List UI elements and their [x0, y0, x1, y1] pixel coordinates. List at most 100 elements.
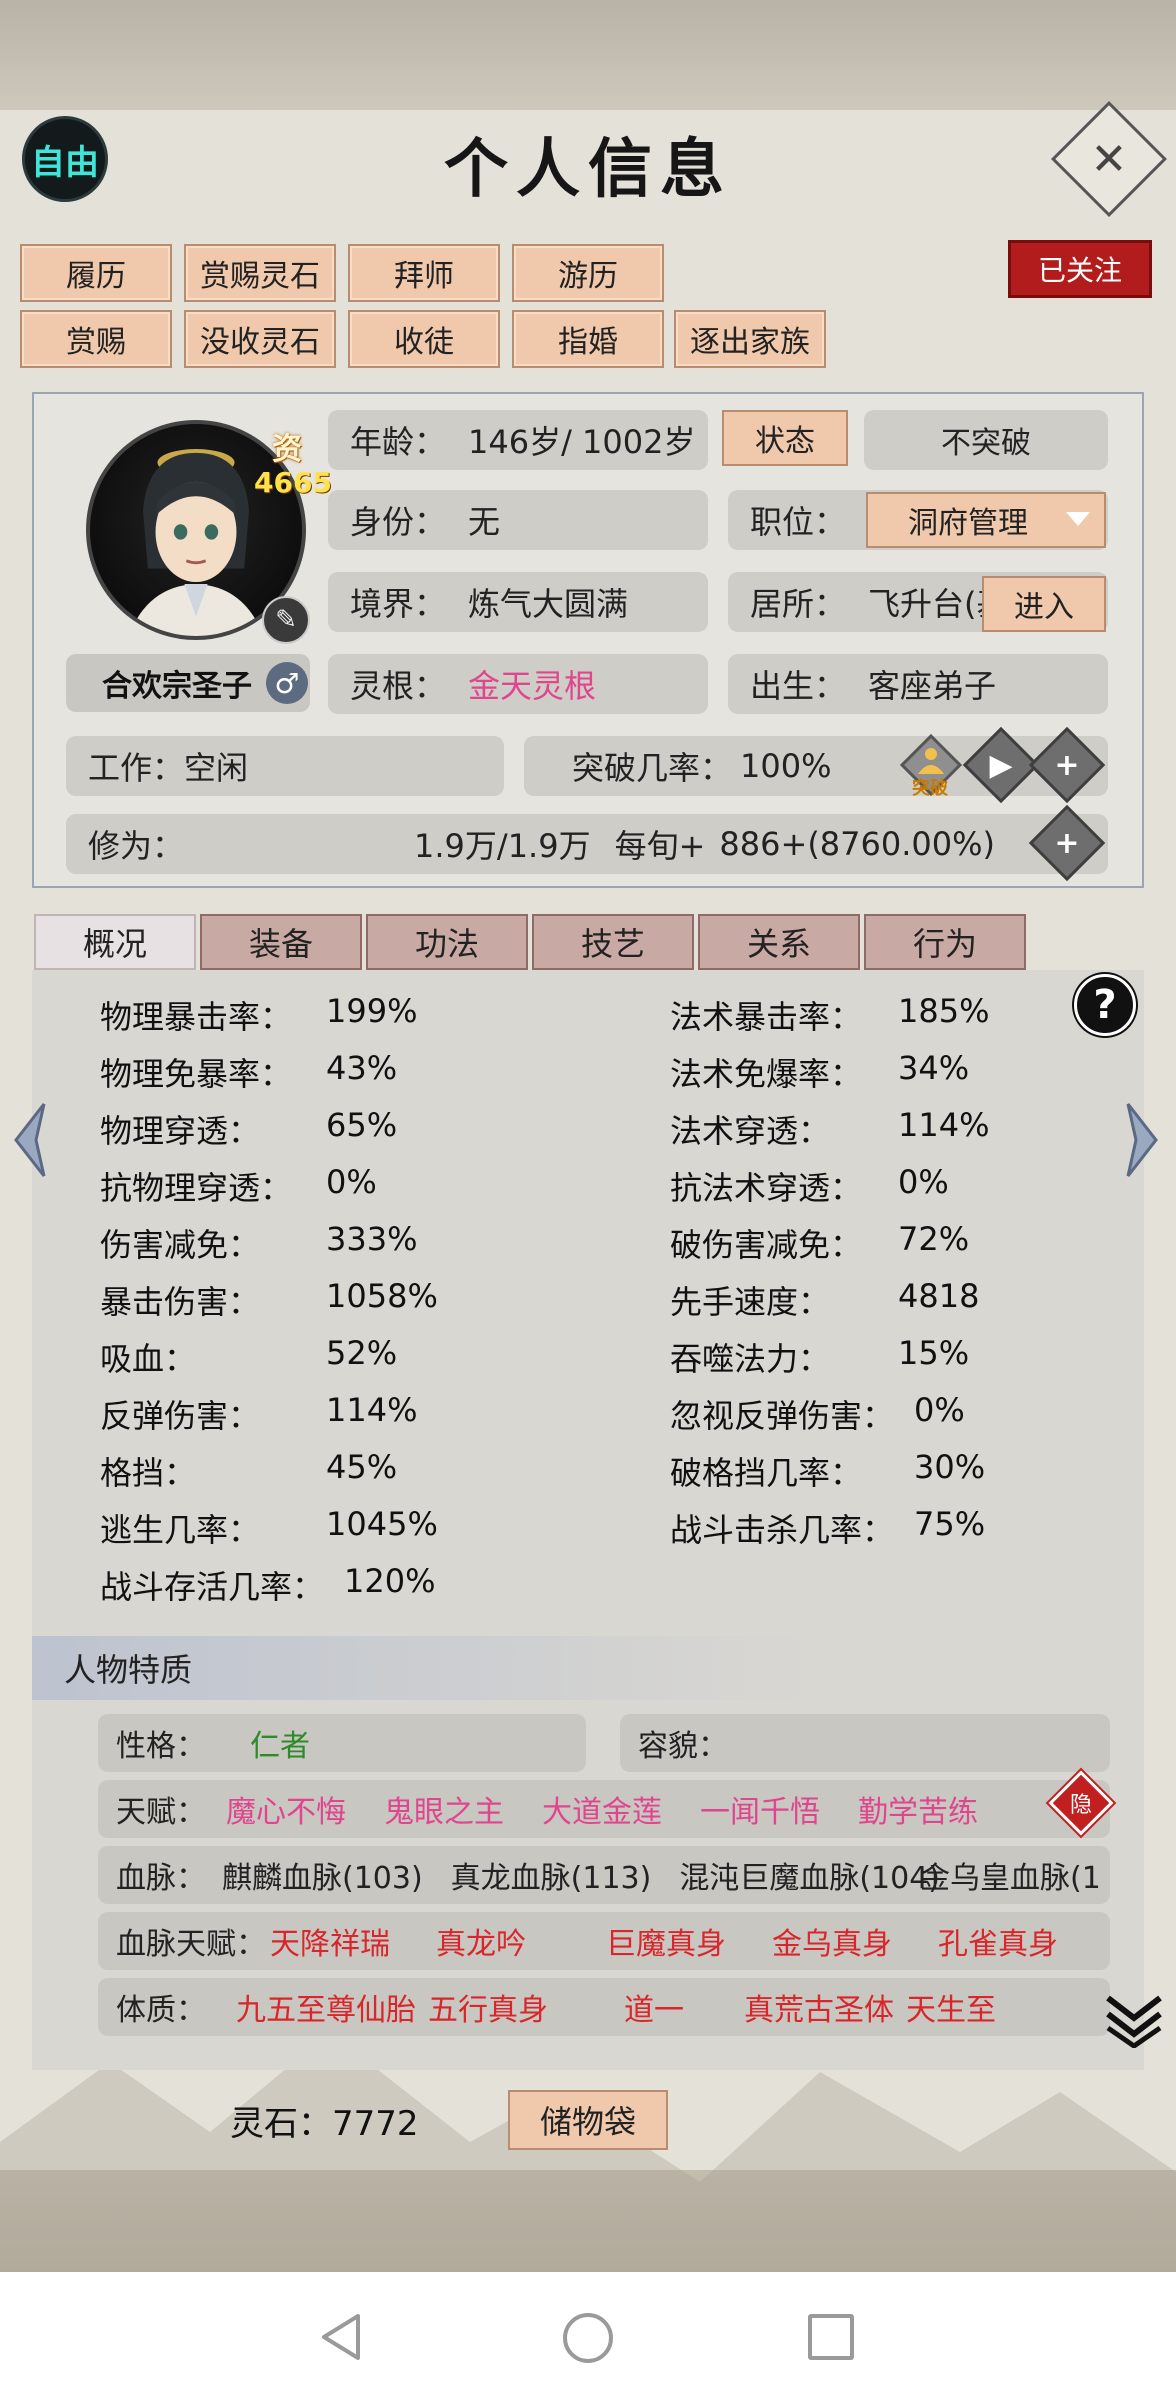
stat-row: 战斗存活几率：: [100, 1568, 325, 1606]
stat-row: 破格挡几率：: [670, 1454, 863, 1492]
name-text: 合欢宗圣子: [102, 669, 252, 704]
age-field: 年龄： 146岁/ 1002岁: [328, 410, 708, 470]
position-value: 洞府管理: [908, 506, 1028, 541]
tab-techniques[interactable]: 功法: [366, 914, 528, 970]
plus-icon: +: [1054, 747, 1080, 783]
follow-button[interactable]: 已关注: [1008, 240, 1152, 298]
identity-value: 无: [468, 503, 501, 541]
page-title: 个人信息: [444, 132, 732, 207]
aptitude-value: 4665: [254, 466, 332, 499]
apprentice-button[interactable]: 拜师: [348, 244, 500, 302]
bloodline-talent-item[interactable]: 天降祥瑞: [270, 1919, 390, 1963]
breakthrough-icon[interactable]: 突破: [899, 733, 963, 799]
physique-item[interactable]: 五行真身: [428, 1985, 548, 2029]
bloodline-row: 血脉： 麒麟血脉(103) 真龙血脉(113) 混沌巨魔血脉(104) 金乌皇血…: [98, 1846, 1110, 1904]
breakthrough-toggle[interactable]: 不突破: [864, 410, 1108, 470]
age-value: 146岁/ 1002岁: [468, 423, 696, 461]
hidden-badge-label: 隐: [1069, 1793, 1092, 1818]
stat-value: 45%: [326, 1448, 398, 1486]
personality-value: 仁者: [250, 1729, 310, 1764]
talent-label: 天赋：: [116, 1795, 206, 1830]
birth-field: 出生： 客座弟子: [728, 654, 1108, 714]
bloodline-talent-item[interactable]: 真龙吟: [436, 1919, 526, 1963]
tab-skills[interactable]: 技艺: [532, 914, 694, 970]
bloodline-item[interactable]: 真龙血脉(113): [451, 1853, 652, 1897]
expand-down-icon[interactable]: [1104, 1992, 1164, 2048]
stat-value: 30%: [914, 1448, 986, 1486]
stat-value: 4818: [898, 1277, 980, 1315]
bloodline-talent-item[interactable]: 孔雀真身: [938, 1919, 1058, 1963]
edit-pen-icon[interactable]: ✎: [262, 596, 310, 644]
bloodline-item[interactable]: 金乌皇血脉(1: [920, 1853, 1101, 1897]
stat-value: 43%: [326, 1049, 398, 1087]
history-button[interactable]: 履历: [20, 244, 172, 302]
confiscate-stones-button[interactable]: 没收灵石: [184, 310, 336, 368]
position-dropdown[interactable]: 洞府管理: [866, 492, 1106, 548]
header-band: [0, 0, 1176, 120]
talent-item[interactable]: 一闻千悟: [700, 1787, 820, 1831]
identity-label: 身份：: [350, 503, 447, 541]
stat-row: 暴击伤害：: [100, 1283, 261, 1321]
tab-actions[interactable]: 行为: [864, 914, 1026, 970]
back-icon[interactable]: [318, 2312, 366, 2362]
bloodline-talent-item[interactable]: 巨魔真身: [606, 1919, 726, 1963]
reward-stones-button[interactable]: 赏赐灵石: [184, 244, 336, 302]
bloodline-talent-label: 血脉天赋：: [116, 1927, 266, 1962]
stones-label: 灵石：: [230, 2104, 332, 2144]
arrange-marriage-button[interactable]: 指婚: [512, 310, 664, 368]
arrow-left-icon[interactable]: [10, 1100, 50, 1180]
chevron-down-icon: [1066, 512, 1090, 526]
realm-label: 境界：: [350, 585, 447, 623]
stat-row: 伤害减免：: [100, 1226, 261, 1264]
home-icon[interactable]: [563, 2313, 613, 2363]
bloodline-talent-item[interactable]: 金乌真身: [772, 1919, 892, 1963]
residence-label: 居所：: [750, 585, 847, 623]
storage-bag-button[interactable]: 储物袋: [508, 2090, 668, 2150]
birth-value: 客座弟子: [868, 667, 997, 705]
enter-residence-button[interactable]: 进入: [982, 576, 1106, 632]
reward-button[interactable]: 赏赐: [20, 310, 172, 368]
stat-value: 15%: [898, 1334, 970, 1372]
age-label: 年龄：: [350, 423, 447, 461]
cultivation-field: 修为： 1.9万/1.9万 每旬+ 886+(8760.00%): [66, 814, 1108, 874]
stat-row: 逃生几率：: [100, 1511, 261, 1549]
looks-label: 容貌：: [638, 1729, 728, 1764]
talent-row: 天赋： 魔心不悔 鬼眼之主 大道金莲 一闻千悟 勤学苦练: [98, 1780, 1110, 1838]
physique-item[interactable]: 道一: [624, 1985, 684, 2029]
bloodline-item[interactable]: 麒麟血脉(103): [222, 1853, 423, 1897]
tab-overview[interactable]: 概况: [34, 914, 196, 970]
cultivation-value: 1.9万/1.9万: [414, 827, 591, 865]
physique-item[interactable]: 天生至: [906, 1985, 996, 2029]
stat-row: 法术免爆率：: [670, 1055, 863, 1093]
tab-relations[interactable]: 关系: [698, 914, 860, 970]
physique-item[interactable]: 九五至尊仙胎: [236, 1985, 416, 2029]
tab-equipment[interactable]: 装备: [200, 914, 362, 970]
bloodline-item[interactable]: 混沌巨魔血脉(104): [679, 1853, 940, 1897]
stat-value: 65%: [326, 1106, 398, 1144]
stat-value: 1058%: [326, 1277, 438, 1315]
gender-male-icon: ♂: [266, 662, 308, 704]
stat-row: 战斗击杀几率：: [670, 1511, 895, 1549]
take-disciple-button[interactable]: 收徒: [348, 310, 500, 368]
talent-item[interactable]: 大道金莲: [542, 1787, 662, 1831]
bloodline-label: 血脉：: [116, 1861, 206, 1896]
talent-item[interactable]: 魔心不悔: [226, 1787, 346, 1831]
stat-value: 114%: [898, 1106, 990, 1144]
stat-value: 1045%: [326, 1505, 438, 1543]
status-button[interactable]: 状态: [722, 410, 848, 466]
identity-field: 身份： 无: [328, 490, 708, 550]
help-icon[interactable]: ?: [1074, 974, 1136, 1036]
plus-icon: +: [1054, 825, 1080, 861]
arrow-right-icon[interactable]: [1122, 1100, 1162, 1180]
physique-item[interactable]: 真荒古圣体: [744, 1985, 894, 2029]
work-field: 工作： 空闲: [66, 736, 504, 796]
cultivation-label: 修为：: [88, 827, 185, 865]
expel-family-button[interactable]: 逐出家族: [674, 310, 826, 368]
play-icon: ▶: [989, 747, 1013, 783]
recent-apps-icon[interactable]: [808, 2314, 854, 2360]
per-turn-value: 886+(8760.00%): [719, 825, 996, 863]
talent-item[interactable]: 勤学苦练: [858, 1787, 978, 1831]
talent-item[interactable]: 鬼眼之主: [384, 1787, 504, 1831]
travel-button[interactable]: 游历: [512, 244, 664, 302]
stat-row: 反弹伤害：: [100, 1397, 261, 1435]
